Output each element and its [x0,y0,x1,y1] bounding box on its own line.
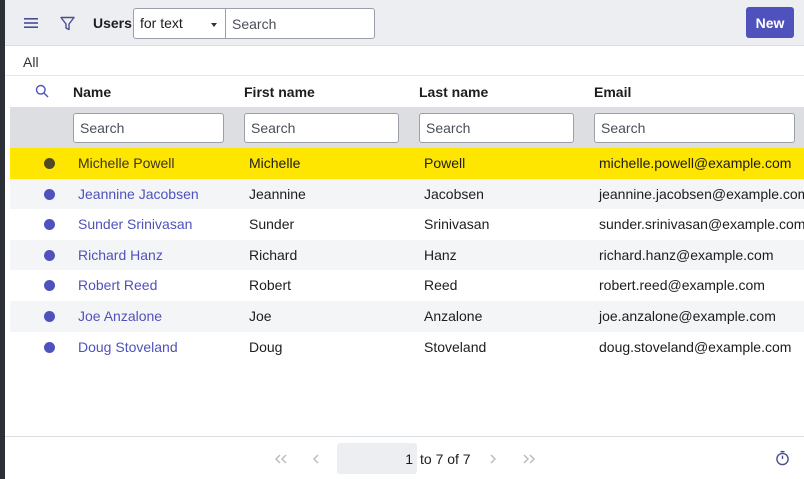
timer-icon[interactable] [775,450,791,466]
first-name-cell: Sunder [249,216,295,233]
first-name-filter-input[interactable] [244,113,399,143]
email-cell: joe.anzalone@example.com [599,307,776,324]
page-number-input[interactable] [337,443,417,474]
row-status-dot [44,188,55,200]
menu-icon[interactable] [22,14,40,32]
name-filter-input[interactable] [73,113,224,143]
first-name-cell: Michelle [249,155,301,171]
row-status-dot [44,310,55,322]
user-name-link[interactable]: Joe Anzalone [78,308,162,324]
last-name-cell: Reed [424,277,458,294]
table-row[interactable]: Joe Anzalone Joe Anzalone joe.anzalone@e… [10,300,804,332]
last-name-cell: Stoveland [424,338,487,355]
breadcrumb[interactable]: All [23,54,39,70]
column-search-icon[interactable] [35,84,49,101]
last-name-cell: Anzalone [424,307,483,324]
last-name-cell: Hanz [424,246,457,263]
search-type-value: for text [140,15,183,31]
footer-divider [5,436,804,437]
filter-icon[interactable] [58,14,76,32]
column-header-last-name[interactable]: Last name [419,84,488,100]
row-status-dot [44,280,55,292]
first-page-icon[interactable] [273,451,289,467]
first-name-cell: Jeannine [249,185,306,202]
list-frame: Users for text New All Name First name L… [5,0,804,479]
search-type-select[interactable]: for text [133,8,226,39]
caret-down-icon [211,23,217,27]
column-header-name[interactable]: Name [73,84,111,100]
last-name-filter-input[interactable] [419,113,574,143]
column-filter-row [10,107,804,148]
previous-page-icon[interactable] [308,451,324,467]
first-name-cell: Richard [249,246,298,263]
first-name-cell: Robert [249,277,292,294]
table-row[interactable]: Jeannine Jacobsen Jeannine Jacobsen jean… [10,178,804,210]
table-row[interactable]: Robert Reed Robert Reed robert.reed@exam… [10,270,804,301]
email-cell: doug.stoveland@example.com [599,338,792,355]
new-button[interactable]: New [746,7,794,38]
user-name-link[interactable]: Sunder Srinivasan [78,216,192,232]
user-name-link[interactable]: Doug Stoveland [78,339,178,355]
row-status-dot [44,249,55,261]
email-cell: robert.reed@example.com [599,277,765,294]
last-name-cell: Powell [424,155,466,171]
column-header-email[interactable]: Email [594,84,631,100]
page-range-text: to 7 of 7 [420,451,471,467]
first-name-cell: Joe [249,307,272,324]
row-status-dot [44,341,55,353]
email-cell: richard.hanz@example.com [599,246,774,263]
email-cell: michelle.powell@example.com [599,155,792,171]
last-page-icon[interactable] [521,451,537,467]
email-cell: sunder.srinivasan@example.com [599,216,804,233]
user-table-body: Michelle Powell Michelle Powell michelle… [10,148,804,362]
table-row[interactable]: Michelle Powell Michelle Powell michelle… [10,148,804,179]
user-name-link[interactable]: Robert Reed [78,277,157,293]
email-filter-input[interactable] [594,113,795,143]
column-header-first-name[interactable]: First name [244,84,315,100]
list-header: Users for text New [5,0,804,46]
last-name-cell: Srinivasan [424,216,490,233]
row-status-dot [44,158,55,169]
user-name-link[interactable]: Jeannine Jacobsen [78,186,199,202]
last-name-cell: Jacobsen [424,185,484,202]
row-status-dot [44,219,55,231]
list-search-input[interactable] [225,8,375,39]
user-name-link[interactable]: Michelle Powell [78,155,174,171]
column-header-row: Name First name Last name Email [5,76,804,106]
first-name-cell: Doug [249,338,283,355]
user-name-link[interactable]: Richard Hanz [78,247,163,263]
table-row[interactable]: Sunder Srinivasan Sunder Srinivasan sund… [10,209,804,240]
table-row[interactable]: Richard Hanz Richard Hanz richard.hanz@e… [10,239,804,271]
email-cell: jeannine.jacobsen@example.com [599,185,804,202]
table-row[interactable]: Doug Stoveland Doug Stoveland doug.stove… [10,332,804,363]
list-title: Users [93,15,132,31]
next-page-icon[interactable] [485,451,501,467]
